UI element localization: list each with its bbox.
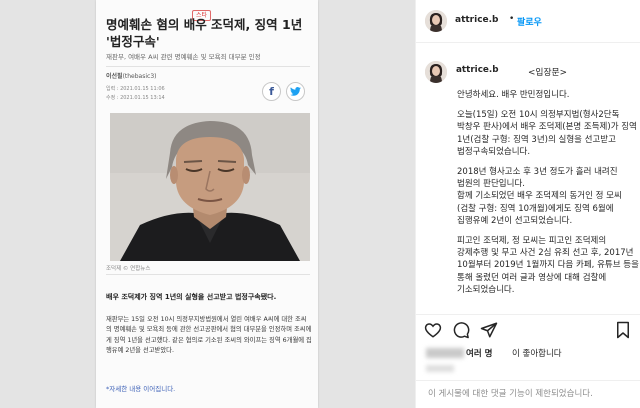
article-lead: 배우 조덕제가 징역 1년의 실형을 선고받고 법정구속됐다. (106, 293, 277, 301)
article-body: 재판부는 15일 오전 10시 의정부지방법원에서 열린 여배우 A씨에 대한 … (106, 316, 312, 355)
twitter-share-icon (286, 82, 305, 101)
article-title: 명예훼손 혐의 배우 조덕제, 징역 1년 '법정구속' (106, 17, 303, 49)
photo-credit: 조덕제 © 연합뉴스 (106, 266, 151, 272)
caption-username[interactable]: attrice.b (456, 65, 499, 75)
article-author: 이선필(thebasic3) (106, 71, 157, 80)
author-handle: (thebasic3) (122, 73, 157, 80)
blurred-liker-name (426, 348, 464, 358)
comments-disabled-footer: 이 게시물에 대한 댓글 기능이 제한되었습니다. (416, 380, 640, 408)
article-photo (110, 113, 310, 261)
header-username[interactable]: attrice.b (455, 15, 499, 25)
caption-text: 안녕하세요. 배우 반민정입니다. 오늘(15일) 오전 10시 의정부지법(형… (457, 89, 639, 312)
likes-suffix: 이 좋아합니다 (512, 349, 562, 359)
share-icon[interactable] (480, 321, 498, 339)
caption-paragraph: 안녕하세요. 배우 반민정입니다. (457, 90, 570, 100)
author-name: 이선필 (106, 73, 123, 80)
post-side-panel: attrice.b • 팔로우 attrice.b <입장문> 안녕하세요. 배… (415, 0, 640, 408)
article-subtitle: 재판부, 여배우 A씨 관련 명예훼손 및 모욕죄 대부분 인정 (106, 53, 261, 61)
bookmark-icon[interactable] (614, 321, 632, 339)
comments-disabled-notice: 이 게시물에 대한 댓글 기능이 제한되었습니다. (428, 389, 593, 399)
likes-line: 여러 명 이 좋아합니다 (424, 346, 634, 360)
read-more-note: *자세한 내용 이어집니다. (106, 385, 176, 393)
caption-paragraph: 피고인 조덕제, 정 모씨는 피고인 조덕제의 강제추행 및 무고 사건 2심 … (457, 236, 639, 295)
caption-paragraph: 2018년 형사고소 후 3년 정도가 흘러 내려진 법원의 판단입니다. (457, 167, 618, 190)
post-image: 스타 명예훼손 혐의 배우 조덕제, 징역 1년 '법정구속' 재판부, 여배우… (0, 0, 415, 408)
avatar[interactable] (425, 10, 447, 32)
likes-count[interactable]: 여러 명 (466, 347, 492, 359)
caption-paragraph: 오늘(15일) 오전 10시 의정부지법(형사2단독 박창우 판사)에서 배우 … (457, 110, 637, 157)
article-time-input: 입력 : 2021.01.15 11:06 (106, 86, 165, 92)
avatar[interactable] (425, 61, 447, 83)
caption-paragraph: 함께 기소되었던 배우 조덕제의 동거인 정 모씨(검찰 구형: 징역 10개월… (457, 191, 622, 226)
follow-button[interactable]: 팔로우 (517, 15, 542, 28)
divider (106, 274, 310, 275)
article-time-edit: 수정 : 2021.01.15 13:14 (106, 95, 165, 101)
comment-icon[interactable] (452, 321, 470, 339)
separator-dot: • (509, 14, 515, 24)
heart-icon[interactable] (424, 321, 442, 339)
blurred-post-date (426, 365, 454, 372)
post-header: attrice.b • 팔로우 (416, 0, 640, 43)
facebook-share-icon: f (262, 82, 281, 101)
action-bar (416, 314, 640, 344)
caption-heading: <입장문> (528, 68, 568, 78)
divider (106, 66, 310, 67)
news-article-card: 스타 명예훼손 혐의 배우 조덕제, 징역 1년 '법정구속' 재판부, 여배우… (96, 0, 318, 408)
